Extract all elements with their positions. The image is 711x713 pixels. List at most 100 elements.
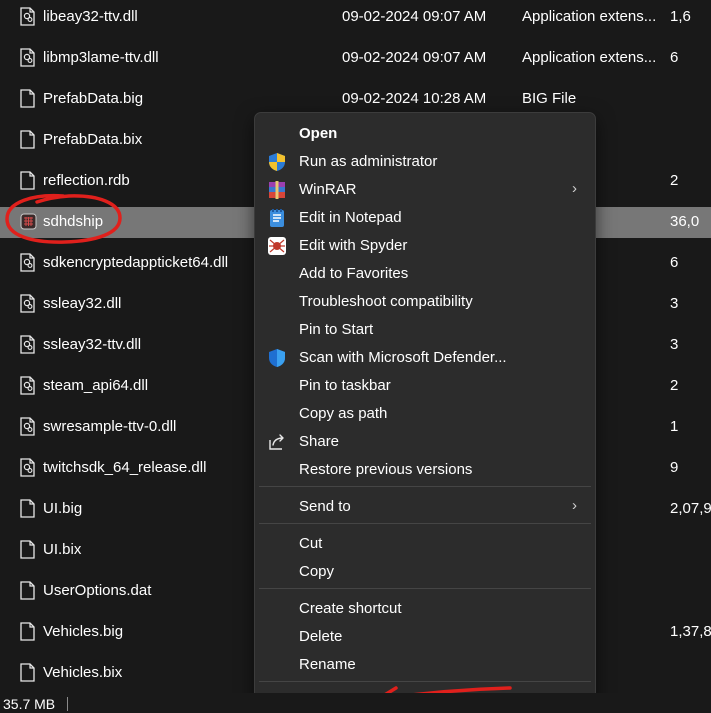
defender-shield-icon — [267, 348, 287, 368]
file-type: BIG File — [522, 90, 577, 107]
menu-item-cut[interactable]: Cut — [259, 530, 591, 558]
menu-item-pin-to-start[interactable]: Pin to Start — [259, 316, 591, 344]
menu-item-label: Send to — [299, 498, 351, 515]
menu-item-label: Create shortcut — [299, 600, 402, 617]
menu-item-label: Copy as path — [299, 405, 388, 422]
file-explorer-window: libeay32-ttv.dll 09-02-2024 09:07 AM Appli… — [0, 0, 711, 713]
menu-separator — [259, 486, 591, 487]
file-name: UI.big — [43, 500, 83, 517]
dll-file-icon — [20, 7, 35, 26]
file-name: ssleay32-ttv.dll — [43, 336, 142, 353]
dll-file-icon — [20, 253, 35, 272]
file-name: ssleay32.dll — [43, 295, 122, 312]
file-date: 09-02-2024 09:07 AM — [342, 8, 487, 25]
menu-item-restore-previous-versions[interactable]: Restore previous versions — [259, 456, 591, 484]
menu-separator — [259, 523, 591, 524]
menu-item-send-to[interactable]: Send to › — [259, 493, 591, 521]
menu-item-copy[interactable]: Copy — [259, 558, 591, 586]
file-icon — [20, 89, 35, 108]
menu-separator — [259, 681, 591, 682]
dll-file-icon — [20, 294, 35, 313]
menu-item-label: Add to Favorites — [299, 265, 409, 282]
file-date: 09-02-2024 10:28 AM — [342, 90, 487, 107]
menu-item-label: Pin to taskbar — [299, 377, 391, 394]
file-icon — [20, 581, 35, 600]
menu-item-label: Rename — [299, 656, 356, 673]
dll-file-icon — [20, 335, 35, 354]
file-name: UI.bix — [43, 541, 82, 558]
menu-item-winrar[interactable]: WinRAR › — [259, 176, 591, 204]
menu-item-label: Run as administrator — [299, 153, 438, 170]
menu-item-scan-with-microsoft-defender[interactable]: Scan with Microsoft Defender... — [259, 344, 591, 372]
file-icon — [20, 540, 35, 559]
menu-item-label: Edit with Spyder — [299, 237, 408, 254]
file-name: sdkencryptedappticket64.dll — [43, 254, 229, 271]
menu-item-share[interactable]: Share — [259, 428, 591, 456]
menu-item-edit-with-spyder[interactable]: Edit with Spyder — [259, 232, 591, 260]
menu-item-rename[interactable]: Rename — [259, 651, 591, 679]
winrar-icon — [267, 180, 287, 200]
file-name: PrefabData.bix — [43, 131, 143, 148]
file-name: PrefabData.big — [43, 90, 144, 107]
menu-item-pin-to-taskbar[interactable]: Pin to taskbar — [259, 372, 591, 400]
file-icon — [20, 622, 35, 641]
status-bar: 35.7 MB — [0, 693, 711, 713]
file-name: swresample-ttv-0.dll — [43, 418, 177, 435]
file-icon — [20, 130, 35, 149]
spyder-icon — [267, 236, 287, 256]
file-type: Application extens... — [522, 49, 657, 66]
file-name: Vehicles.big — [43, 623, 124, 640]
game-app-icon — [20, 212, 37, 231]
file-size: 3 — [670, 336, 679, 353]
file-size: 6 — [670, 254, 679, 271]
dll-file-icon — [20, 376, 35, 395]
file-name: libeay32-ttv.dll — [43, 8, 138, 25]
file-row[interactable]: libeay32-ttv.dll 09-02-2024 09:07 AM Appli… — [0, 0, 711, 38]
menu-item-label: Share — [299, 433, 340, 450]
menu-separator — [259, 588, 591, 589]
menu-item-delete[interactable]: Delete — [259, 623, 591, 651]
file-icon — [20, 663, 35, 682]
menu-item-create-shortcut[interactable]: Create shortcut — [259, 595, 591, 623]
file-name: Vehicles.bix — [43, 664, 123, 681]
file-size: 36,0 — [670, 213, 700, 230]
file-name: libmp3lame-ttv.dll — [43, 49, 159, 66]
menu-item-copy-as-path[interactable]: Copy as path — [259, 400, 591, 428]
share-icon — [267, 432, 287, 452]
file-size: 6 — [670, 49, 679, 66]
menu-item-label: Delete — [299, 628, 343, 645]
file-icon — [20, 171, 35, 190]
menu-item-label: Restore previous versions — [299, 461, 473, 478]
file-size: 2 — [670, 377, 679, 394]
dll-file-icon — [20, 417, 35, 436]
file-type: Application extens... — [522, 8, 657, 25]
menu-item-label: Open — [299, 125, 338, 142]
menu-item-edit-in-notepad[interactable]: Edit in Notepad — [259, 204, 591, 232]
selection-size-text: 35.7 MB — [3, 696, 56, 712]
file-size: 1 — [670, 418, 679, 435]
file-icon — [20, 499, 35, 518]
menu-item-troubleshoot-compatibility[interactable]: Troubleshoot compatibility — [259, 288, 591, 316]
file-name: reflection.rdb — [43, 172, 130, 189]
dll-file-icon — [20, 48, 35, 67]
chevron-right-icon: › — [572, 180, 577, 197]
menu-item-label: Copy — [299, 563, 335, 580]
menu-item-label: Pin to Start — [299, 321, 374, 338]
menu-item-open[interactable]: Open — [259, 120, 591, 148]
file-size: 2,07,9 — [670, 500, 711, 517]
file-name: UserOptions.dat — [43, 582, 152, 599]
menu-item-add-to-favorites[interactable]: Add to Favorites — [259, 260, 591, 288]
menu-item-label: Edit in Notepad — [299, 209, 402, 226]
menu-item-label: Troubleshoot compatibility — [299, 293, 473, 310]
file-size: 1,6 — [670, 8, 691, 25]
chevron-right-icon: › — [572, 497, 577, 514]
file-size: 1,37,8 — [670, 623, 711, 640]
file-date: 09-02-2024 09:07 AM — [342, 49, 487, 66]
menu-item-run-as-administrator[interactable]: Run as administrator — [259, 148, 591, 176]
file-size: 3 — [670, 295, 679, 312]
status-separator — [67, 697, 68, 711]
context-menu: Open Run as administrator WinRAR › Edit in N… — [254, 112, 596, 713]
menu-item-label: Scan with Microsoft Defender... — [299, 349, 507, 366]
file-name: steam_api64.dll — [43, 377, 149, 394]
file-row[interactable]: libmp3lame-ttv.dll 09-02-2024 09:07 AM App… — [0, 38, 711, 79]
